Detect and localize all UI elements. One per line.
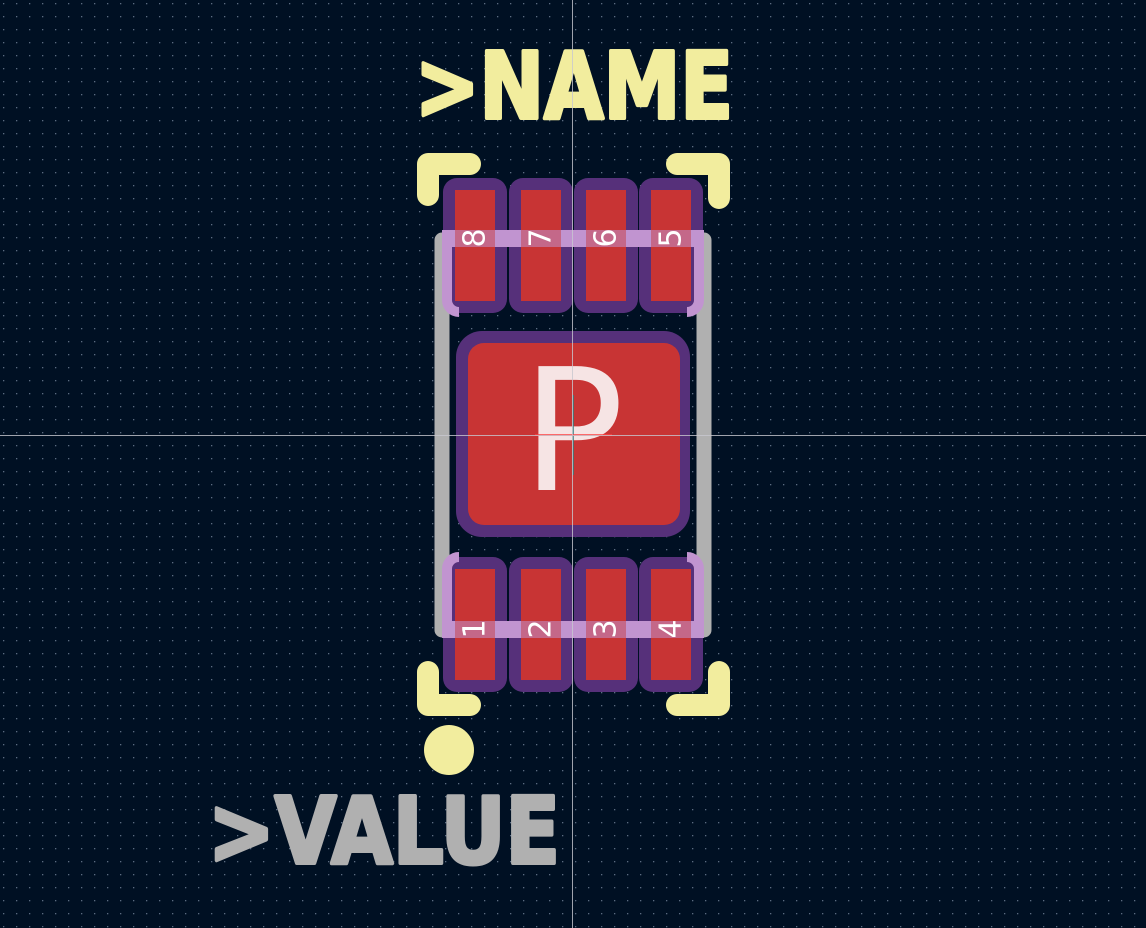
pad-6[interactable]: 6 [586,190,626,301]
pad-3[interactable]: 3 [586,569,626,680]
pad-7[interactable]: 7 [521,190,561,301]
pad-5[interactable]: 5 [651,190,691,301]
pad-number: 1 [458,619,493,638]
pin1-marker-dot [424,725,474,775]
footprint-name-text[interactable]: >NAME [413,31,735,142]
pad-4[interactable]: 4 [651,569,691,680]
pcb-canvas[interactable]: 8 7 6 51 2 3 4 P >NAME >VALUE [0,0,1146,928]
pad-number: 7 [524,228,559,247]
pad-number: 4 [654,619,689,638]
pad-2[interactable]: 2 [521,569,561,680]
pad-number: 5 [654,228,689,247]
pad-1[interactable]: 1 [455,569,495,680]
pad-number: 6 [589,228,624,247]
pad-number: 2 [524,619,559,638]
pad-number: 8 [458,228,493,247]
pad-number: 3 [589,619,624,638]
pad-8[interactable]: 8 [455,190,495,301]
footprint-value-text[interactable]: >VALUE [206,776,562,887]
